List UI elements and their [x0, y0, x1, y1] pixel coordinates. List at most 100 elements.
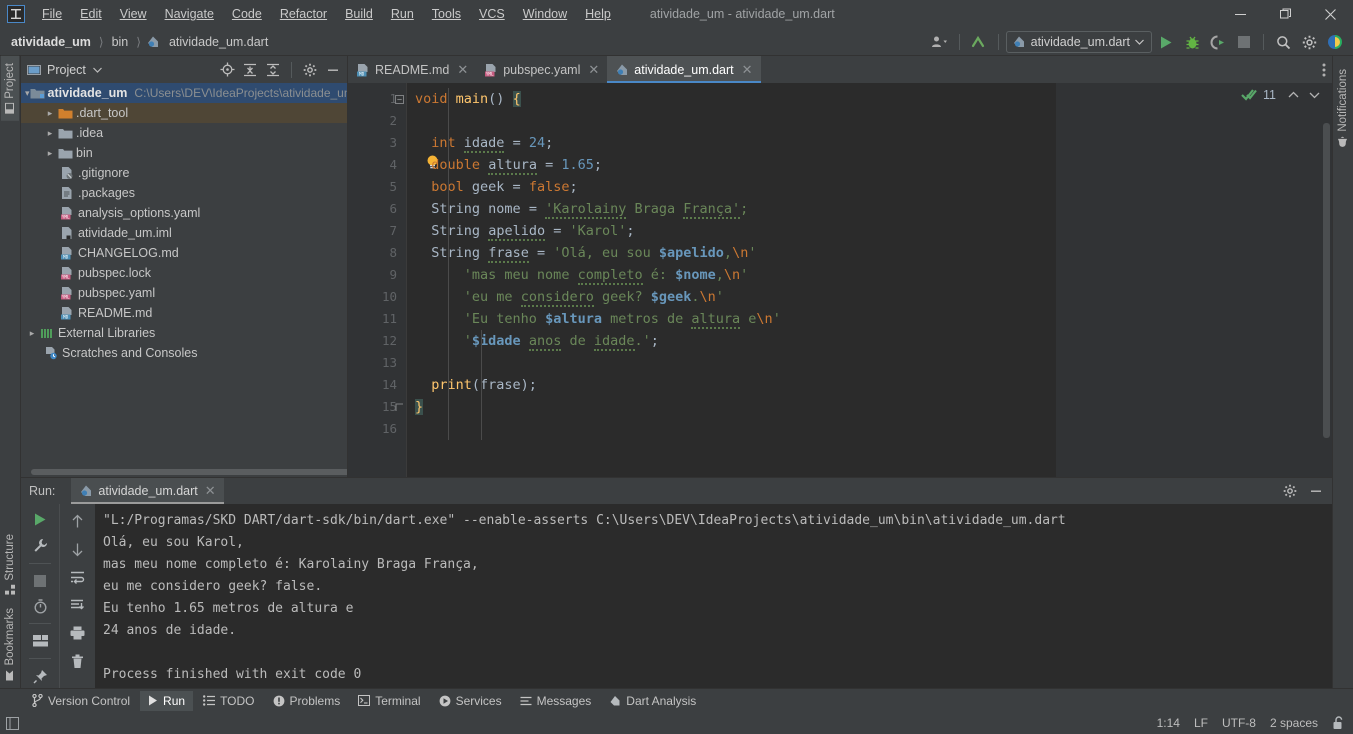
tree-node-project[interactable]: ▾ atividade_um C:\Users\DEV\IdeaProjects…: [21, 83, 347, 103]
run-configuration-selector[interactable]: atividade_um.dart: [1005, 31, 1152, 53]
close-icon[interactable]: [1308, 0, 1353, 28]
timer-icon[interactable]: [27, 595, 53, 619]
pin-icon[interactable]: [27, 664, 53, 688]
editor-tab-atividade-um-dart[interactable]: atividade_um.dart ✕: [607, 56, 761, 83]
tree-node-analysis-options[interactable]: YML analysis_options.yaml: [21, 203, 347, 223]
tree-node-iml[interactable]: atividade_um.iml: [21, 223, 347, 243]
run-with-coverage-button[interactable]: [1206, 30, 1230, 54]
project-tree[interactable]: ▾ atividade_um C:\Users\DEV\IdeaProjects…: [21, 83, 347, 477]
debug-button[interactable]: [1180, 30, 1204, 54]
bottom-tab-terminal[interactable]: Terminal: [350, 691, 428, 711]
breadcrumb-file[interactable]: atividade_um.dart: [166, 33, 271, 51]
tree-node-external-libraries[interactable]: ▸ External Libraries: [21, 323, 347, 343]
scroll-to-end-icon[interactable]: [65, 592, 91, 618]
settings-icon[interactable]: [300, 60, 320, 80]
soft-wrap-icon[interactable]: [65, 564, 91, 590]
run-tab-atividade-um[interactable]: atividade_um.dart ✕: [71, 478, 224, 504]
print-icon[interactable]: [65, 620, 91, 646]
settings-icon[interactable]: [1297, 30, 1321, 54]
editor-vertical-scrollbar[interactable]: [1323, 123, 1330, 438]
project-tree-horizontal-scrollbar[interactable]: [31, 469, 347, 475]
menu-item-help[interactable]: Help: [576, 3, 620, 25]
menu-item-view[interactable]: View: [111, 3, 156, 25]
run-console-output[interactable]: "L:/Programas/SKD DART/dart-sdk/bin/dart…: [95, 504, 1332, 688]
tree-node-dart-tool[interactable]: ▸ .dart_tool: [21, 103, 347, 123]
bottom-tab-todo[interactable]: TODO: [195, 691, 262, 711]
menu-item-file[interactable]: File: [33, 3, 71, 25]
editor-right-pane[interactable]: 11: [1056, 83, 1332, 477]
menu-item-code[interactable]: Code: [223, 3, 271, 25]
tree-node-changelog[interactable]: MD CHANGELOG.md: [21, 243, 347, 263]
layout-icon[interactable]: [27, 629, 53, 653]
rail-tab-notifications[interactable]: Notifications: [1334, 62, 1352, 155]
chevron-down-icon[interactable]: [1309, 91, 1320, 99]
chevron-right-icon[interactable]: ▸: [43, 128, 57, 139]
menu-item-build[interactable]: Build: [336, 3, 382, 25]
rail-tab-project[interactable]: Project: [1, 56, 19, 121]
menu-item-tools[interactable]: Tools: [423, 3, 470, 25]
rail-tab-structure[interactable]: Structure: [1, 527, 19, 602]
chevron-right-icon[interactable]: ▸: [25, 328, 39, 339]
tree-node-readme[interactable]: MD README.md: [21, 303, 347, 323]
bottom-tab-messages[interactable]: Messages: [512, 691, 600, 711]
stop-icon[interactable]: [27, 569, 53, 593]
wrench-icon[interactable]: [27, 534, 53, 558]
hide-icon[interactable]: [1306, 481, 1326, 501]
tree-node-pubspec-lock[interactable]: YML pubspec.lock: [21, 263, 347, 283]
close-icon[interactable]: ✕: [742, 62, 753, 78]
code-text[interactable]: void main() { int idade = 24; double alt…: [406, 83, 1056, 477]
down-icon[interactable]: [65, 536, 91, 562]
maximize-icon[interactable]: [1263, 0, 1308, 28]
close-icon[interactable]: ✕: [457, 62, 468, 78]
menu-item-run[interactable]: Run: [382, 3, 423, 25]
hide-icon[interactable]: [323, 60, 343, 80]
menu-item-vcs[interactable]: VCS: [470, 3, 514, 25]
close-icon[interactable]: ✕: [205, 483, 216, 499]
editor-tabs-more-icon[interactable]: [1322, 56, 1326, 83]
bottom-tab-problems[interactable]: Problems: [265, 691, 349, 711]
editor-gutter[interactable]: 1 2 3 4 5 6 7 8 9 10 11 12 13 14 15 16: [348, 83, 406, 477]
settings-icon[interactable]: [1280, 481, 1300, 501]
dart-plugin-icon[interactable]: [1323, 30, 1347, 54]
close-icon[interactable]: ✕: [588, 62, 599, 78]
fold-end-icon[interactable]: [393, 396, 405, 418]
update-arrow-icon[interactable]: [967, 30, 991, 54]
tree-node-bin[interactable]: ▸ bin: [21, 143, 347, 163]
chevron-up-icon[interactable]: [1288, 91, 1299, 99]
tree-node-pubspec-yaml[interactable]: YML pubspec.yaml: [21, 283, 347, 303]
menu-item-window[interactable]: Window: [514, 3, 576, 25]
bottom-tab-run[interactable]: Run: [140, 690, 194, 711]
tree-node-idea[interactable]: ▸ .idea: [21, 123, 347, 143]
rerun-icon[interactable]: [27, 508, 53, 532]
breadcrumb-project[interactable]: atividade_um: [8, 33, 94, 51]
fold-collapse-icon[interactable]: [393, 88, 405, 110]
editor-tab-pubspec[interactable]: YML pubspec.yaml ✕: [476, 56, 607, 83]
user-profile-icon[interactable]: [928, 30, 952, 54]
tree-node-scratches[interactable]: Scratches and Consoles: [21, 343, 347, 363]
unlocked-icon[interactable]: [1332, 716, 1345, 730]
chevron-down-icon[interactable]: [92, 67, 102, 73]
tree-node-gitignore[interactable]: .gitignore: [21, 163, 347, 183]
indent-setting[interactable]: 2 spaces: [1270, 716, 1318, 730]
locate-icon[interactable]: [217, 60, 237, 80]
minimize-icon[interactable]: [1218, 0, 1263, 28]
bottom-tab-version-control[interactable]: Version Control: [24, 691, 138, 711]
bottom-tab-dart-analysis[interactable]: Dart Analysis: [601, 691, 704, 711]
menu-item-edit[interactable]: Edit: [71, 3, 111, 25]
expand-all-icon[interactable]: [240, 60, 260, 80]
file-encoding[interactable]: UTF-8: [1222, 716, 1256, 730]
inspection-widget[interactable]: 11: [1241, 88, 1320, 102]
menu-item-navigate[interactable]: Navigate: [156, 3, 223, 25]
chevron-right-icon[interactable]: ▸: [43, 148, 57, 159]
breadcrumb-bin[interactable]: bin: [109, 33, 132, 51]
clear-all-icon[interactable]: [65, 648, 91, 674]
stop-button[interactable]: [1232, 30, 1256, 54]
tree-node-packages[interactable]: .packages: [21, 183, 347, 203]
rail-tab-bookmarks[interactable]: Bookmarks: [1, 601, 19, 688]
up-icon[interactable]: [65, 508, 91, 534]
collapse-all-icon[interactable]: [263, 60, 283, 80]
run-button[interactable]: [1154, 30, 1178, 54]
caret-position[interactable]: 1:14: [1157, 716, 1180, 730]
line-separator[interactable]: LF: [1194, 716, 1208, 730]
search-everywhere-icon[interactable]: [1271, 30, 1295, 54]
